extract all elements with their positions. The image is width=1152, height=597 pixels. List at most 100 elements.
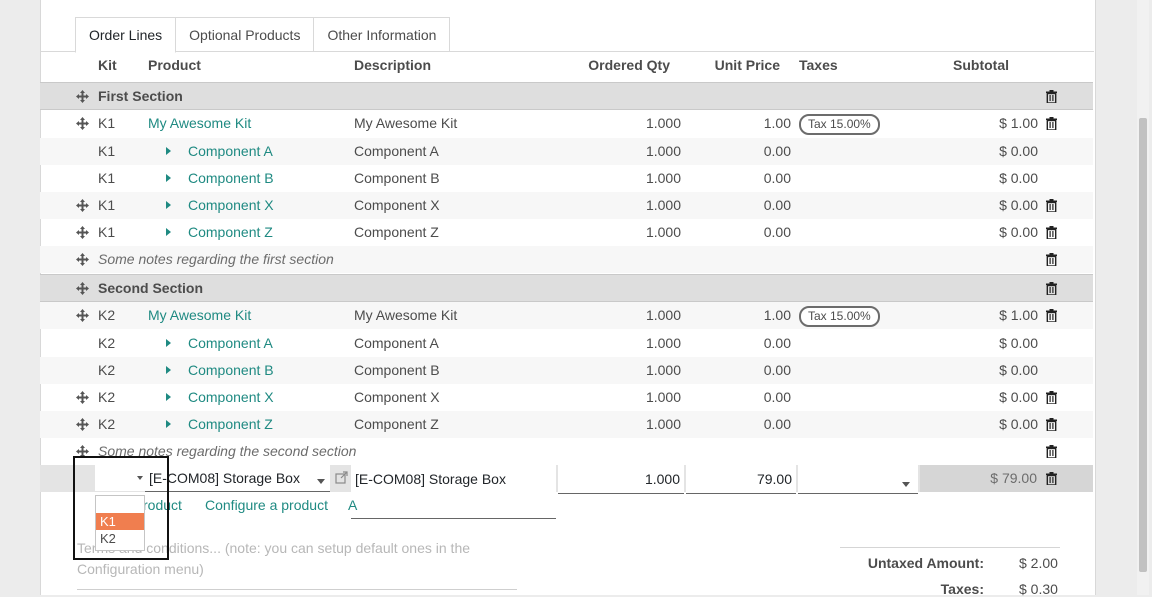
description-cell: Component Z	[354, 224, 439, 240]
description-cell: My Awesome Kit	[354, 307, 458, 323]
trash-icon[interactable]	[1046, 199, 1057, 213]
subtotal-cell: $ 0.00	[999, 224, 1038, 240]
order-line-row[interactable]: K1 My Awesome Kit My Awesome Kit 1.000 1.00 T…	[40, 110, 1093, 137]
trash-icon[interactable]	[1046, 226, 1057, 240]
caret-right-icon	[166, 339, 171, 347]
drag-handle-icon[interactable]	[76, 253, 89, 266]
scrollbar-thumb[interactable]	[1139, 118, 1147, 572]
column-header-taxes[interactable]: Taxes	[799, 52, 838, 79]
trash-icon[interactable]	[1046, 445, 1057, 459]
subtotal-value: $ 79.00	[990, 470, 1037, 486]
product-link[interactable]: My Awesome Kit	[148, 110, 251, 137]
drag-handle-icon[interactable]	[76, 391, 89, 404]
product-link[interactable]: Component A	[188, 138, 273, 165]
tab-optional-products[interactable]: Optional Products	[175, 17, 315, 52]
tab-other-information[interactable]: Other Information	[313, 17, 451, 52]
trash-icon[interactable]	[1046, 418, 1057, 432]
description-cell: My Awesome Kit	[354, 115, 458, 131]
external-link-icon[interactable]	[335, 471, 348, 487]
subtotal-cell: $ 0.00	[999, 335, 1038, 351]
caret-right-icon	[166, 201, 171, 209]
column-header-kit[interactable]: Kit	[98, 52, 117, 79]
subtotal-cell: $ 0.00	[999, 416, 1038, 432]
caret-right-icon	[166, 147, 171, 155]
order-line-row[interactable]: K2 Component B Component B 1.000 0.00 $ 0.00	[40, 357, 1093, 384]
trash-icon[interactable]	[1046, 472, 1057, 486]
order-line-row[interactable]: K1 Component X Component X 1.000 0.00 $ 0.00	[40, 192, 1093, 219]
unit-price-cell: 1.00	[763, 115, 791, 131]
trash-icon[interactable]	[1046, 309, 1057, 323]
order-line-row[interactable]: K2 Component Z Component Z 1.000 0.00 $ 0.00	[40, 411, 1093, 438]
ordered-qty-cell: 1.000	[645, 416, 681, 432]
section-row[interactable]: Second Section	[40, 274, 1093, 302]
product-link[interactable]: Component X	[188, 192, 274, 219]
product-link[interactable]: Component A	[188, 330, 273, 357]
trash-icon[interactable]	[1046, 90, 1057, 104]
caret-right-icon	[166, 366, 171, 374]
column-header-description[interactable]: Description	[354, 52, 431, 79]
drag-handle-icon[interactable]	[76, 282, 89, 295]
column-header-product[interactable]: Product	[148, 52, 201, 79]
note-row[interactable]: Some notes regarding the second section	[40, 438, 1093, 465]
column-header-unit-price[interactable]: Unit Price	[680, 52, 780, 79]
kit-cell: K2	[98, 335, 116, 351]
order-line-row[interactable]: K1 Component Z Component Z 1.000 0.00 $ 0.00	[40, 219, 1093, 246]
trash-icon[interactable]	[1046, 391, 1057, 405]
subtotal-cell: $ 0.00	[999, 143, 1038, 159]
drag-handle-icon[interactable]	[76, 418, 89, 431]
product-link[interactable]: Component X	[188, 384, 274, 411]
configure-product-link[interactable]: Configure a product	[205, 495, 328, 515]
chevron-down-icon	[902, 482, 910, 487]
order-line-row[interactable]: K1 Component B Component B 1.000 0.00 $ 0.00	[40, 165, 1093, 192]
ordered-qty-cell: 1.000	[645, 115, 681, 131]
ordered-qty-cell: 1.000	[645, 197, 681, 213]
column-header-ordered-qty[interactable]: Ordered Qty	[560, 52, 670, 79]
description-cell: Component X	[354, 197, 440, 213]
kit-cell: K1	[98, 170, 116, 186]
caret-right-icon	[166, 420, 171, 428]
drag-handle-icon[interactable]	[76, 199, 89, 212]
ordered-qty-cell: 1.000	[645, 170, 681, 186]
subtotal-cell: $ 0.00	[999, 362, 1038, 378]
ordered-qty-cell: 1.000	[645, 389, 681, 405]
description-cell: Component A	[354, 143, 439, 159]
product-link[interactable]: Component B	[188, 357, 274, 384]
order-line-row[interactable]: K2 Component X Component X 1.000 0.00 $ 0.00	[40, 384, 1093, 411]
trash-icon[interactable]	[1046, 117, 1057, 131]
add-note-link[interactable]: A	[348, 495, 357, 515]
subtotal-cell: $ 0.00	[999, 389, 1038, 405]
product-link[interactable]: My Awesome Kit	[148, 302, 251, 329]
kit-cell: K2	[98, 307, 116, 323]
order-line-row[interactable]: K2 My Awesome Kit My Awesome Kit 1.000 1.00 T…	[40, 302, 1093, 329]
description-cell: Component B	[354, 170, 440, 186]
subtotal-cell: $ 79.00	[920, 465, 1093, 492]
section-row[interactable]: First Section	[40, 82, 1093, 110]
unit-price-input[interactable]: 79.00	[686, 465, 796, 494]
editing-order-line[interactable]: [E-COM08] Storage Box [E-COM08] Storage …	[40, 465, 1093, 519]
product-link[interactable]: Component Z	[188, 411, 273, 438]
kit-cell: K2	[98, 416, 116, 432]
product-link[interactable]: Component Z	[188, 219, 273, 246]
taxes-input[interactable]	[798, 465, 918, 494]
drag-handle-icon[interactable]	[76, 226, 89, 239]
section-title: First Section	[98, 88, 183, 104]
unit-price-cell: 0.00	[763, 335, 791, 351]
note-row[interactable]: Some notes regarding the first section	[40, 246, 1093, 273]
trash-icon[interactable]	[1046, 253, 1057, 267]
order-line-row[interactable]: K2 Component A Component A 1.000 0.00 $ 0.00	[40, 330, 1093, 357]
tax-badge: Tax 15.00%	[799, 114, 880, 135]
caret-right-icon	[166, 174, 171, 182]
column-header-subtotal[interactable]: Subtotal	[920, 52, 1009, 79]
drag-handle-icon[interactable]	[76, 90, 89, 103]
unit-price-cell: 1.00	[763, 307, 791, 323]
drag-handle-icon[interactable]	[76, 117, 89, 130]
description-textarea[interactable]: [E-COM08] Storage Box	[351, 465, 556, 519]
ordered-qty-input[interactable]: 1.000	[558, 465, 684, 494]
order-line-row[interactable]: K1 Component A Component A 1.000 0.00 $ 0.00	[40, 138, 1093, 165]
tab-order-lines[interactable]: Order Lines	[75, 17, 177, 53]
trash-icon[interactable]	[1046, 282, 1057, 296]
unit-price-cell: 0.00	[763, 143, 791, 159]
product-link[interactable]: Component B	[188, 165, 274, 192]
drag-handle-icon[interactable]	[76, 309, 89, 322]
product-input[interactable]: [E-COM08] Storage Box	[145, 465, 330, 492]
